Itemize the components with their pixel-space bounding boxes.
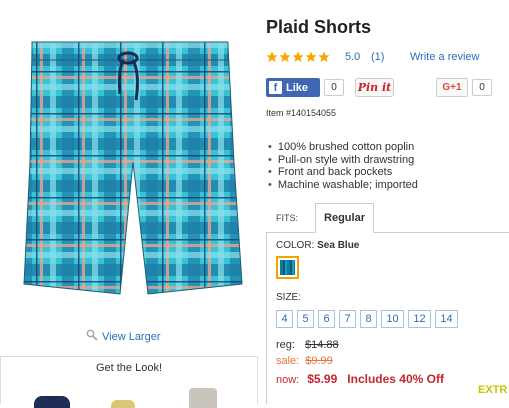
color-label: COLOR: Sea Blue	[276, 240, 359, 251]
tab-regular[interactable]: Regular	[315, 203, 374, 233]
list-item: Pull-on style with drawstring	[266, 154, 418, 167]
write-review-link[interactable]: Write a review	[410, 51, 479, 63]
regular-price: $14.88	[304, 339, 339, 351]
rating-value: 5.0	[345, 51, 361, 63]
now-price-row: now: $5.99 Includes 40% Off	[276, 372, 444, 386]
swatch-fill	[280, 260, 295, 275]
look-item-shoe[interactable]	[189, 388, 217, 408]
look-item-hat[interactable]	[111, 400, 135, 408]
get-the-look-title: Get the Look!	[95, 362, 163, 374]
fits-label: FITS:	[276, 213, 298, 223]
star-icon	[266, 51, 278, 62]
magnifier-icon	[86, 329, 98, 344]
size-option[interactable]: 4	[276, 310, 293, 328]
facebook-icon: f	[269, 81, 282, 94]
size-option[interactable]: 5	[297, 310, 314, 328]
star-rating[interactable]	[266, 51, 330, 63]
look-item-shirt[interactable]	[34, 396, 70, 408]
size-option[interactable]: 14	[435, 310, 458, 328]
view-larger-label: View Larger	[102, 330, 161, 343]
size-option[interactable]: 12	[408, 310, 431, 328]
google-plus-button[interactable]: G+1	[436, 78, 468, 97]
star-icon	[305, 51, 317, 62]
regular-price-label: reg:	[276, 339, 295, 351]
star-icon	[279, 51, 291, 62]
color-label-text: COLOR:	[276, 240, 315, 251]
list-item: Front and back pockets	[266, 166, 418, 179]
product-image[interactable]	[20, 12, 245, 307]
sale-price-label: sale:	[276, 355, 300, 367]
product-title: Plaid Shorts	[266, 17, 372, 37]
item-number: Item #140154055	[266, 108, 337, 118]
facebook-like-button[interactable]: f Like	[266, 78, 320, 97]
facebook-like-label: Like	[286, 81, 309, 94]
now-price: $5.99	[307, 372, 338, 386]
size-label: SIZE:	[276, 292, 302, 303]
size-option[interactable]: 10	[381, 310, 404, 328]
facebook-like-count: 0	[324, 79, 344, 96]
size-option[interactable]: 6	[318, 310, 335, 328]
promo-text: Includes 40% Off	[347, 372, 444, 386]
list-item: 100% brushed cotton poplin	[266, 141, 418, 154]
review-count-link[interactable]: (1)	[371, 51, 384, 63]
get-the-look-panel: Get the Look!	[0, 356, 258, 408]
extra-promo-text: EXTR	[478, 384, 508, 396]
list-item: Machine washable; imported	[266, 179, 418, 192]
size-option[interactable]: 8	[360, 310, 377, 328]
sale-price: $9.99	[305, 355, 333, 367]
options-panel-border	[266, 232, 267, 404]
color-swatch-sea-blue[interactable]	[276, 256, 299, 279]
feature-list: 100% brushed cotton poplin Pull-on style…	[266, 141, 418, 191]
now-price-label: now:	[276, 374, 300, 386]
color-value: Sea Blue	[317, 240, 360, 251]
view-larger-link[interactable]: View Larger	[86, 329, 161, 344]
star-icon	[292, 51, 304, 62]
sale-price-row: sale: $9.99	[276, 355, 333, 367]
pinterest-pin-button[interactable]: Pin it	[355, 78, 394, 97]
divider	[266, 232, 509, 233]
regular-price-row: reg: $14.88	[276, 339, 339, 351]
size-option[interactable]: 7	[339, 310, 356, 328]
google-plus-count: 0	[472, 79, 492, 96]
size-selector: 4 5 6 7 8 10 12 14	[276, 310, 458, 328]
star-icon	[318, 51, 330, 62]
